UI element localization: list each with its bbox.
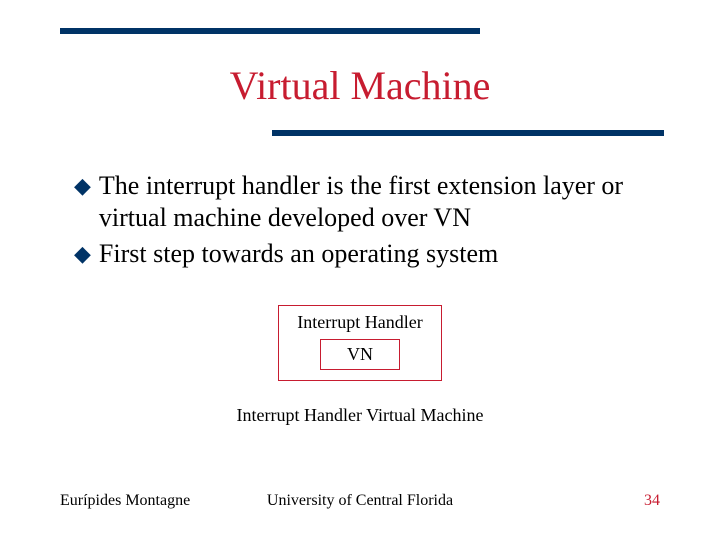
bullet-text: First step towards an operating system [99, 238, 498, 270]
slide-title: Virtual Machine [0, 62, 720, 109]
footer-author: Eurípides Montagne [60, 492, 190, 510]
footer-institution: University of Central Florida [267, 492, 453, 510]
top-accent-bar [60, 28, 480, 34]
list-item: ◆ First step towards an operating system [74, 238, 664, 270]
list-item: ◆ The interrupt handler is the first ext… [74, 170, 664, 234]
bullet-icon: ◆ [74, 238, 91, 270]
diagram-caption: Interrupt Handler Virtual Machine [237, 405, 484, 426]
diagram-outer-label: Interrupt Handler [297, 312, 422, 333]
diagram-area: Interrupt Handler VN Interrupt Handler V… [0, 305, 720, 426]
title-underline-bar [272, 130, 664, 136]
bullet-text: The interrupt handler is the first exten… [99, 170, 664, 234]
bullet-icon: ◆ [74, 170, 91, 202]
bullet-list: ◆ The interrupt handler is the first ext… [74, 170, 664, 274]
diagram-inner-box: VN [320, 339, 400, 370]
footer: Eurípides Montagne University of Central… [60, 492, 660, 510]
footer-page-number: 34 [644, 492, 660, 510]
diagram-outer-box: Interrupt Handler VN [278, 305, 441, 381]
